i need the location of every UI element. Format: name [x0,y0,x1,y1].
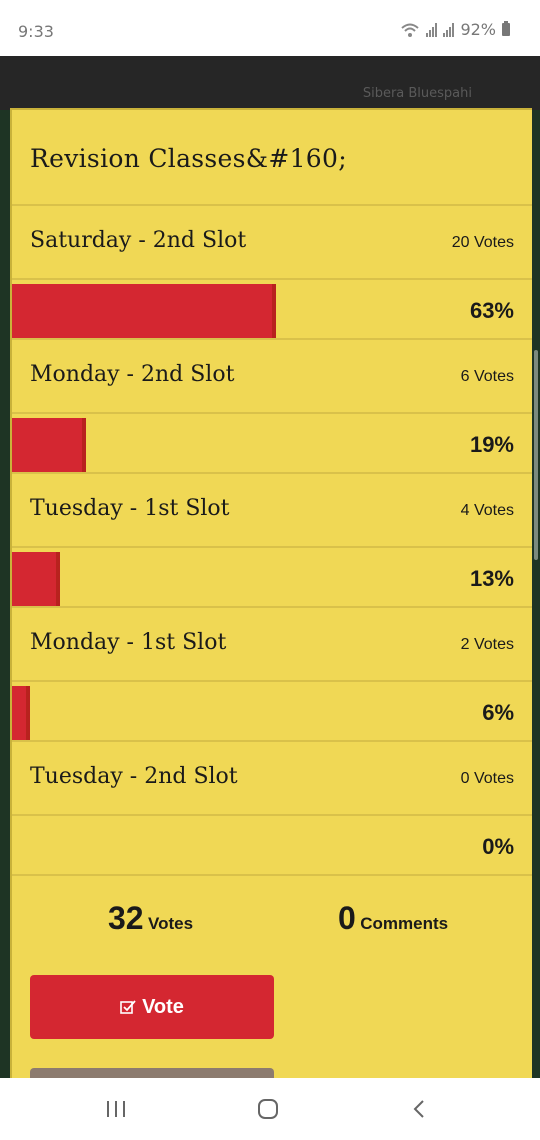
comments-count: 0 [338,900,356,936]
app-header: Sibera Bluespahi [0,56,540,110]
vote-button-label: Vote [142,995,184,1018]
poll-option[interactable]: Tuesday - 1st Slot 4 Votes [12,474,532,548]
poll-card: Revision Classes&#160; Saturday - 2nd Sl… [10,108,532,1080]
recent-apps-icon[interactable] [104,1098,128,1120]
option-votes: 6 Votes [460,368,514,385]
back-icon[interactable] [408,1098,432,1120]
option-result-bar: 63% [12,284,532,340]
option-result-bar: 6% [12,686,532,742]
option-percent: 13% [469,566,514,591]
edit-check-icon [120,1000,136,1014]
signal-icon-2 [443,22,455,37]
poll-option[interactable]: Monday - 2nd Slot 6 Votes [12,340,532,414]
poll-option[interactable]: Tuesday - 2nd Slot 0 Votes [12,742,532,816]
votes-count: 32 [108,900,144,936]
comments-label: Comments [360,914,449,933]
status-icons: 92% [400,20,510,39]
option-votes: 20 Votes [451,234,514,251]
option-result-bar: 13% [12,552,532,608]
poll-title: Revision Classes&#160; [30,144,347,173]
result-bar-fill [12,552,60,606]
option-label: Saturday - 2nd Slot [30,228,247,253]
option-votes: 0 Votes [460,770,514,787]
poll-option[interactable]: Saturday - 2nd Slot 20 Votes [12,206,532,280]
comments-total[interactable]: 0 Comments [338,900,448,937]
result-bar-fill [12,284,276,338]
option-votes: 2 Votes [460,636,514,653]
header-faded-text: Sibera Bluespahi [362,86,472,101]
poll-option[interactable]: Monday - 1st Slot 2 Votes [12,608,532,682]
wifi-icon [401,23,420,37]
status-time: 9:33 [18,22,54,41]
option-votes: 4 Votes [460,502,514,519]
option-result-bar: 0% [12,820,532,876]
votes-total: 32 Votes [108,900,193,937]
option-label: Tuesday - 1st Slot [30,496,230,521]
result-bar-fill [12,686,30,740]
result-bar-fill [12,418,86,472]
option-label: Monday - 2nd Slot [30,362,235,387]
vote-button[interactable]: Vote [30,975,274,1039]
option-percent: 0% [482,834,514,859]
option-result-bar: 19% [12,418,532,474]
poll-totals: 32 Votes 0 Comments [12,900,532,950]
signal-icon [426,22,438,37]
option-percent: 6% [482,700,514,725]
status-bar: 9:33 92% [0,0,540,56]
option-label: Tuesday - 2nd Slot [30,764,238,789]
votes-label: Votes [148,914,194,933]
scrollbar-thumb[interactable] [534,350,538,560]
home-icon[interactable] [256,1098,280,1120]
battery-icon [502,21,510,36]
option-percent: 19% [469,432,514,457]
option-label: Monday - 1st Slot [30,630,227,655]
system-nav-bar [0,1078,540,1140]
battery-percent: 92% [460,20,496,39]
option-percent: 63% [469,298,514,323]
